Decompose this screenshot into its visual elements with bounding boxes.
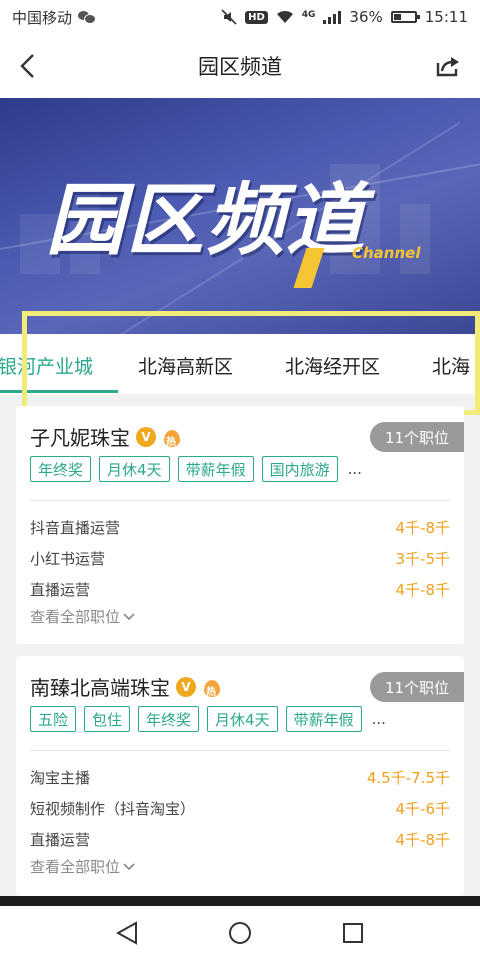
job-row[interactable]: 短视频制作（抖音淘宝） 4千-6千 (30, 793, 450, 824)
benefit-tag: 年终奖 (138, 706, 200, 732)
chevron-down-icon (123, 612, 135, 620)
back-button[interactable] (14, 52, 42, 80)
app-header: 园区频道 (0, 34, 480, 98)
status-bar: 中国移动 HD 4G 36% 15:11 (0, 0, 480, 34)
job-row[interactable]: 小红书运营 3千-5千 (30, 543, 450, 574)
carrier-label: 中国移动 (12, 8, 73, 27)
clock: 15:11 (424, 8, 468, 26)
more-tags: ... (347, 460, 362, 478)
job-count-badge: 11个职位 (370, 422, 464, 452)
verified-icon: V (136, 426, 156, 447)
hot-icon: 热 (162, 426, 182, 448)
square-recents-icon (343, 923, 364, 943)
see-all-jobs-link[interactable]: 查看全部职位 (30, 606, 135, 627)
job-list: 淘宝主播 4.5千-7.5千 短视频制作（抖音淘宝） 4千-6千 直播运营 4千… (30, 762, 450, 855)
nav-back-button[interactable] (111, 917, 143, 949)
see-all-label: 查看全部职位 (30, 858, 121, 876)
battery-percent: 36% (349, 8, 383, 26)
share-button[interactable] (434, 52, 462, 80)
job-count-badge: 11个职位 (370, 672, 464, 702)
more-tags: ... (371, 710, 386, 728)
hd-badge: HD (245, 10, 268, 24)
company-name: 子凡妮珠宝 (30, 426, 130, 450)
job-list: 抖音直播运营 4千-8千 小红书运营 3千-5千 直播运营 4千-8千 (30, 512, 450, 605)
nav-divider (0, 896, 480, 906)
benefit-tag: 年终奖 (30, 456, 92, 482)
mute-icon (221, 9, 237, 25)
benefit-tag: 国内旅游 (261, 456, 338, 482)
benefit-tags: 年终奖 月休4天 带薪年假 国内旅游 ... (30, 456, 362, 482)
job-title: 直播运营 (30, 581, 91, 599)
job-salary: 4.5千-7.5千 (366, 769, 450, 787)
benefit-tag: 月休4天 (99, 456, 170, 482)
divider (30, 500, 450, 501)
job-row[interactable]: 淘宝主播 4.5千-7.5千 (30, 762, 450, 793)
hot-icon: 热 (202, 676, 222, 698)
active-tab-indicator (0, 390, 118, 393)
job-title: 淘宝主播 (30, 769, 91, 787)
signal-icon (323, 10, 342, 24)
page-title: 园区频道 (198, 55, 282, 79)
chevron-left-icon (20, 54, 34, 78)
share-icon (436, 57, 459, 77)
tab-beihai-hightech[interactable]: 北海高新区 (138, 352, 233, 379)
benefit-tags: 五险 包住 年终奖 月休4天 带薪年假 ... (30, 706, 386, 732)
benefit-tag: 带薪年假 (177, 456, 254, 482)
job-salary: 4千-6千 (395, 800, 451, 818)
battery-icon (390, 11, 420, 23)
divider (30, 750, 450, 751)
nav-recents-button[interactable] (337, 917, 369, 949)
benefit-tag: 五险 (30, 706, 77, 732)
network-type: 4G (301, 10, 316, 20)
job-row[interactable]: 直播运营 4千-8千 (30, 824, 450, 855)
benefit-tag: 月休4天 (207, 706, 278, 732)
job-row[interactable]: 直播运营 4千-8千 (30, 574, 450, 605)
triangle-back-icon (115, 921, 137, 945)
see-all-jobs-link[interactable]: 查看全部职位 (30, 856, 135, 877)
wechat-notification-icon (78, 10, 97, 24)
benefit-tag: 包住 (84, 706, 131, 732)
job-row[interactable]: 抖音直播运营 4千-8千 (30, 512, 450, 543)
benefit-tag: 带薪年假 (285, 706, 362, 732)
tab-beihai-more[interactable]: 北海 (432, 352, 470, 379)
job-salary: 4千-8千 (395, 519, 451, 537)
system-nav-bar (0, 906, 480, 960)
nav-home-button[interactable] (224, 917, 256, 949)
tab-yinhe[interactable]: 银河产业城 (0, 352, 93, 379)
job-title: 小红书运营 (30, 550, 106, 568)
park-tabs: 银河产业城 北海高新区 北海经开区 北海 (0, 334, 480, 394)
channel-banner: 园区频道 Channel (0, 98, 480, 334)
chevron-down-icon (123, 862, 135, 870)
wifi-icon (276, 10, 294, 24)
circle-home-icon (228, 922, 251, 944)
job-title: 抖音直播运营 (30, 519, 121, 537)
company-name: 南臻北高端珠宝 (30, 676, 170, 700)
job-title: 短视频制作（抖音淘宝） (30, 800, 196, 818)
verified-icon: V (176, 676, 196, 697)
job-salary: 4千-8千 (395, 581, 451, 599)
banner-subtitle: Channel (352, 244, 421, 262)
job-salary: 3千-5千 (395, 550, 451, 568)
job-title: 直播运营 (30, 831, 91, 849)
see-all-label: 查看全部职位 (30, 608, 121, 626)
tab-beihai-econ[interactable]: 北海经开区 (285, 352, 380, 379)
company-card[interactable]: 南臻北高端珠宝 V 热 11个职位 五险 包住 年终奖 月休4天 带薪年假 ..… (16, 656, 464, 896)
company-card[interactable]: 子凡妮珠宝 V 热 11个职位 年终奖 月休4天 带薪年假 国内旅游 ... 抖… (16, 406, 464, 644)
job-salary: 4千-8千 (395, 831, 451, 849)
